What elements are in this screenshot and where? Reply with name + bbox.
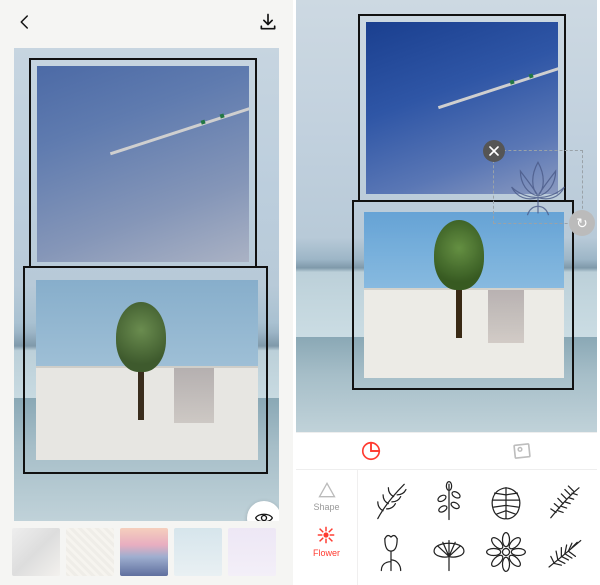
category-column: Shape Flower — [296, 470, 358, 585]
category-label: Shape — [313, 502, 339, 512]
editor-screen-stickers: ↻ Shape Flower — [296, 0, 597, 585]
top-bar — [0, 0, 293, 44]
frame-bottom — [23, 266, 268, 474]
sticker-monstera-leaf[interactable] — [484, 479, 528, 523]
frame-top — [29, 58, 257, 268]
editor-screen-preview — [0, 0, 296, 585]
sticker-rotate-handle[interactable]: ↻ — [569, 210, 595, 236]
sticker-grid — [358, 470, 597, 585]
sticker-delete-button[interactable] — [483, 140, 505, 162]
filter-thumb-linen[interactable] — [66, 528, 114, 576]
canvas[interactable]: ↻ — [296, 0, 597, 432]
category-shape[interactable]: Shape — [313, 480, 339, 512]
sticker-selection-box[interactable]: ↻ — [493, 150, 583, 224]
canvas[interactable] — [14, 48, 279, 521]
filter-thumb-marble[interactable] — [12, 528, 60, 576]
filter-strip — [0, 521, 293, 585]
download-button[interactable] — [257, 11, 279, 33]
category-flower[interactable]: Flower — [313, 524, 340, 558]
sticker-panel: Shape Flower — [296, 470, 597, 585]
rotate-icon: ↻ — [576, 215, 588, 232]
sticker-tulip[interactable] — [369, 530, 413, 574]
lotus-sticker-icon — [494, 151, 582, 223]
sticker-branch-leaves[interactable] — [369, 479, 413, 523]
frame-bottom — [352, 200, 574, 390]
filter-thumb-lavender[interactable] — [228, 528, 276, 576]
sticker-ginkgo-fan[interactable] — [427, 530, 471, 574]
category-label: Flower — [313, 548, 340, 558]
photo-mode-tab[interactable] — [510, 440, 534, 462]
sticker-palm-branch[interactable] — [542, 479, 586, 523]
sticker-mode-tab[interactable] — [359, 440, 383, 462]
sticker-fern-frond[interactable] — [542, 530, 586, 574]
mode-tab-bar — [296, 432, 597, 470]
sticker-dahlia[interactable] — [484, 530, 528, 574]
filter-thumb-pale-blue[interactable] — [174, 528, 222, 576]
sticker-sprig[interactable] — [427, 479, 471, 523]
back-button[interactable] — [14, 11, 36, 33]
filter-thumb-sunset[interactable] — [120, 528, 168, 576]
